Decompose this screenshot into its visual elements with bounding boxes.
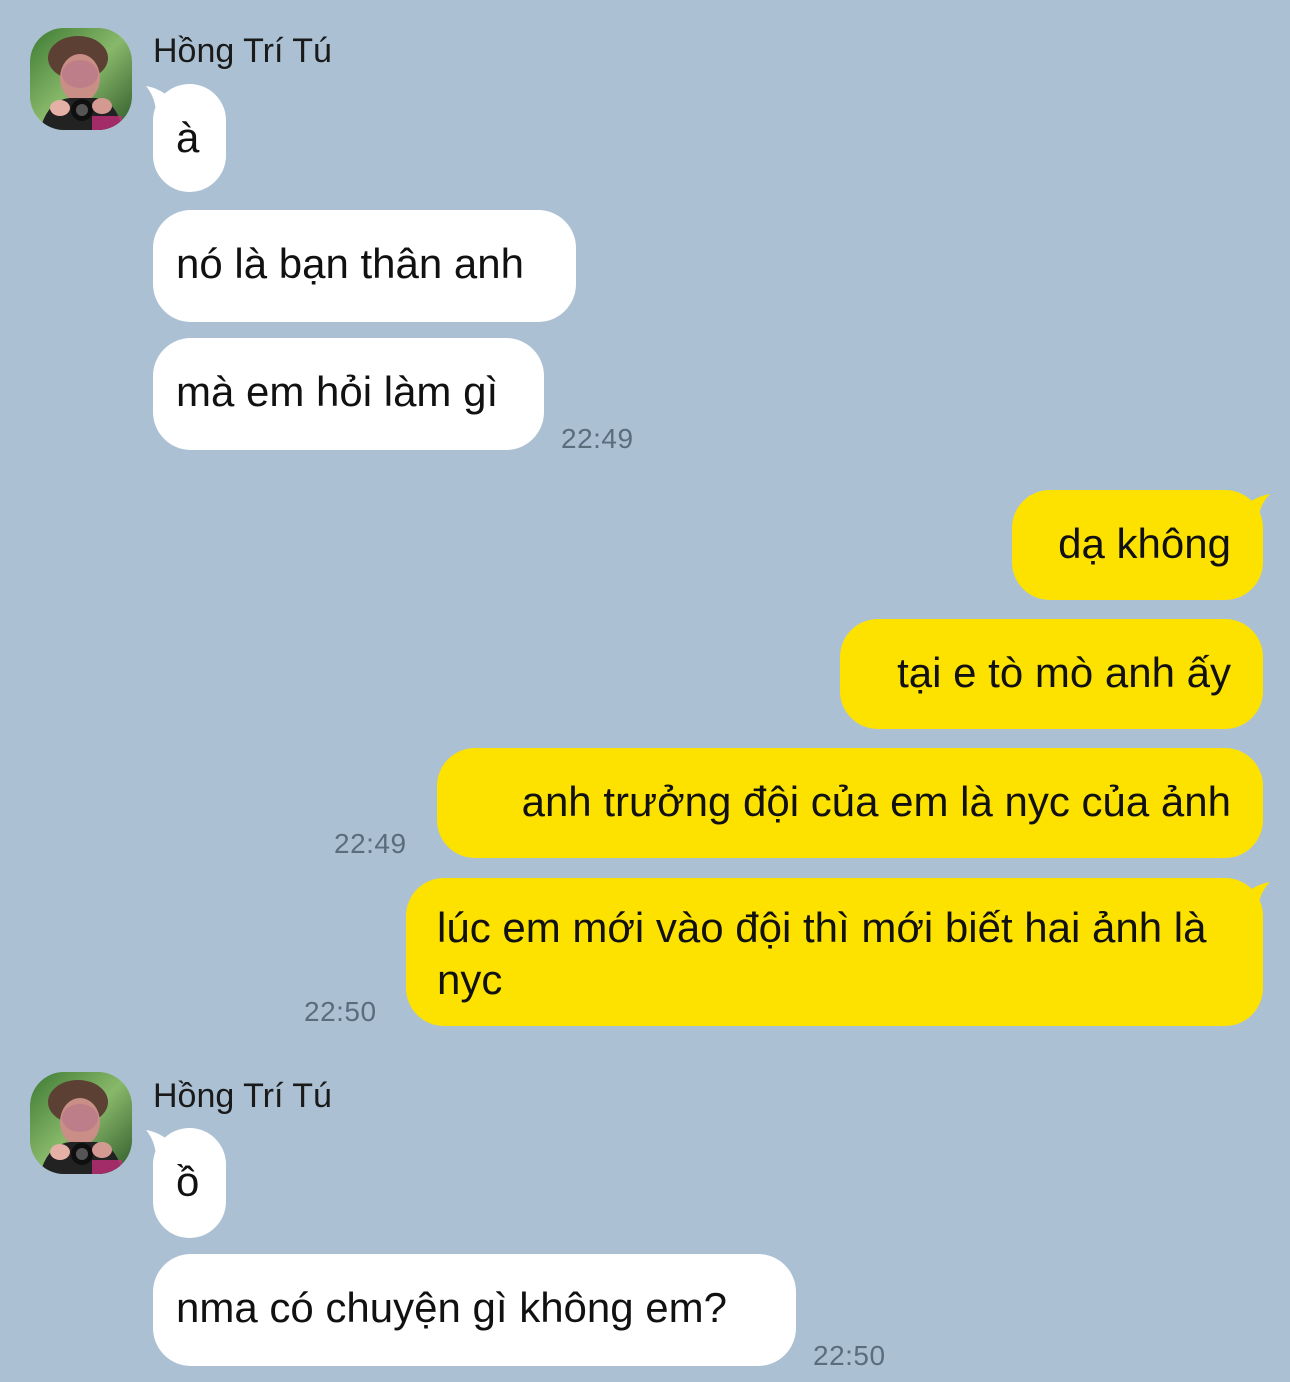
contact-avatar[interactable] — [30, 28, 132, 130]
message-timestamp: 22:49 — [334, 828, 407, 859]
message-bubble[interactable]: nma có chuyện gì không em? — [153, 1254, 796, 1366]
avatar-photo — [30, 28, 132, 130]
message-timestamp: 22:50 — [813, 1340, 886, 1371]
message-bubble[interactable]: tại e tò mò anh ấy — [840, 619, 1263, 729]
message-bubble[interactable]: lúc em mới vào đội thì mới biết hai ảnh … — [406, 878, 1263, 1026]
message-timestamp: 22:49 — [561, 423, 634, 454]
message-bubble[interactable]: ồ — [153, 1128, 226, 1238]
message-bubble[interactable]: à — [153, 84, 226, 192]
message-bubble[interactable]: nó là bạn thân anh — [153, 210, 576, 322]
message-timestamp: 22:50 — [304, 996, 377, 1027]
message-bubble[interactable]: mà em hỏi làm gì — [153, 338, 544, 450]
message-bubble[interactable]: anh trưởng đội của em là nyc của ảnh — [437, 748, 1263, 858]
sender-name: Hồng Trí Tú — [153, 32, 332, 70]
contact-avatar[interactable] — [30, 1072, 132, 1174]
sender-name: Hồng Trí Tú — [153, 1077, 332, 1115]
message-bubble[interactable]: dạ không — [1012, 490, 1263, 600]
avatar-photo — [30, 1072, 132, 1174]
